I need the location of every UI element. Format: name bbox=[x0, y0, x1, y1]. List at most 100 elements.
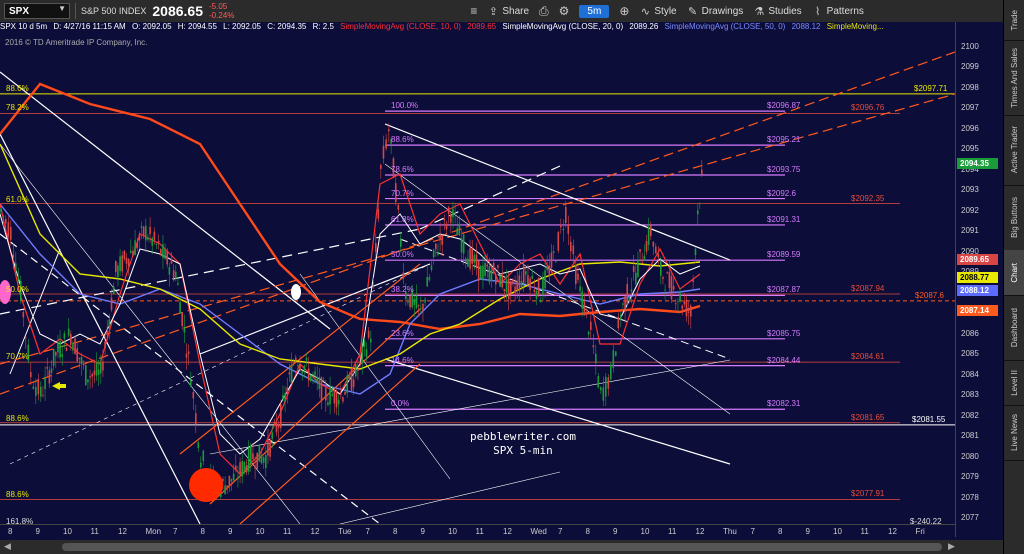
candle-body bbox=[607, 377, 610, 389]
scroll-left-icon[interactable]: ◀ bbox=[4, 541, 11, 552]
time-tick: 7 bbox=[558, 527, 563, 536]
candle-body bbox=[685, 299, 688, 317]
price-tick: 2078 bbox=[961, 492, 979, 502]
trend-line bbox=[199, 263, 431, 355]
candle-body bbox=[624, 296, 626, 312]
studies-button[interactable]: ⚗ Studies bbox=[753, 5, 801, 18]
tab-chart[interactable]: Chart bbox=[1004, 250, 1024, 296]
fib2-level-value: $2096.76 bbox=[851, 103, 885, 113]
candle-body bbox=[681, 305, 684, 310]
price-tag: 2087.14 bbox=[957, 305, 998, 317]
candle-body bbox=[89, 376, 91, 378]
study-sma20[interactable]: SimpleMovingAvg (CLOSE, 20, 0) bbox=[502, 22, 623, 31]
print-icon[interactable]: ⎙ bbox=[539, 4, 549, 19]
candle-body bbox=[177, 282, 179, 285]
tab-live-news[interactable]: Live News bbox=[1004, 405, 1024, 461]
candle-body bbox=[529, 278, 531, 291]
fib-level-value: $2096.87 bbox=[767, 101, 801, 111]
side-tabs: Trade Times And Sales Active Trader Big But… bbox=[1003, 0, 1024, 554]
zoom-icon[interactable]: ⊕ bbox=[619, 4, 629, 18]
candle-body bbox=[15, 263, 17, 272]
price-tick: 2082 bbox=[961, 410, 979, 420]
share-label: Share bbox=[502, 5, 530, 17]
candle-body bbox=[441, 235, 444, 245]
timeframe-button[interactable]: 5m bbox=[579, 4, 610, 18]
patterns-button[interactable]: ⌇ Patterns bbox=[812, 5, 864, 18]
candle-body bbox=[413, 298, 416, 306]
candle-body bbox=[388, 129, 390, 132]
candle-body bbox=[106, 330, 109, 333]
candle-body bbox=[460, 238, 463, 253]
pencil-icon: ✎ bbox=[688, 5, 698, 18]
study-sma10-value: 2089.65 bbox=[467, 22, 497, 31]
candle-body bbox=[484, 262, 486, 276]
candle-body bbox=[40, 386, 42, 397]
candle-body bbox=[322, 380, 325, 382]
study-sma50[interactable]: SimpleMovingAvg (CLOSE, 50, 0) bbox=[665, 22, 786, 31]
menu-icon[interactable]: ≡ bbox=[470, 4, 477, 18]
price-tick: 2097 bbox=[961, 103, 979, 113]
candle-body bbox=[55, 352, 57, 356]
candle-body bbox=[375, 243, 377, 252]
tab-label: Times And Sales bbox=[1010, 47, 1019, 108]
tab-trade[interactable]: Trade bbox=[1004, 0, 1024, 41]
tab-active-trader[interactable]: Active Trader bbox=[1004, 115, 1024, 186]
candle-body bbox=[256, 452, 259, 469]
candle-body bbox=[250, 445, 252, 463]
candle-body bbox=[555, 261, 557, 263]
candle-body bbox=[562, 228, 565, 231]
scroll-right-icon[interactable]: ▶ bbox=[948, 541, 955, 552]
price-axis[interactable]: 2100 2099 2098 2097 2096 2095 2094 2093 2092 2091… bbox=[955, 22, 1004, 537]
candle-body bbox=[469, 248, 471, 269]
scroll-thumb[interactable] bbox=[62, 543, 942, 551]
time-tick: 7 bbox=[173, 527, 178, 536]
candle-body bbox=[652, 241, 655, 247]
watermark-line2: SPX 5-min bbox=[493, 444, 553, 457]
time-tick: 11 bbox=[475, 527, 484, 536]
ohlc-range: R: 2.5 bbox=[312, 22, 334, 31]
candle-body bbox=[550, 252, 553, 268]
time-tick: 7 bbox=[750, 527, 755, 536]
study-sma-more[interactable]: SimpleMoving... bbox=[827, 22, 884, 31]
left-fib-label: 88.6% bbox=[6, 413, 29, 423]
candle-body bbox=[415, 295, 418, 308]
candle-body bbox=[445, 223, 448, 230]
horizontal-scrollbar[interactable]: ◀ ▶ bbox=[0, 540, 1003, 554]
candle-body bbox=[110, 297, 113, 311]
candle-body bbox=[497, 265, 499, 268]
price-tick: 2086 bbox=[961, 328, 979, 338]
candle-body bbox=[462, 234, 465, 254]
studies-label: Studies bbox=[768, 5, 802, 17]
candle-body bbox=[237, 476, 239, 479]
candle-body bbox=[22, 312, 25, 318]
candle-body bbox=[254, 465, 256, 469]
price-tag: 2089.65 bbox=[957, 253, 998, 265]
candle-body bbox=[72, 343, 74, 351]
symbol-selector[interactable]: SPX ▼ bbox=[4, 3, 70, 19]
candle-body bbox=[377, 209, 380, 219]
time-axis[interactable]: 8 9 10 11 12 Mon 7 8 9 10 11 12 Tue 7 8 9 10 11 12 Wed 7 8 9 10… bbox=[0, 524, 955, 539]
candle-body bbox=[35, 387, 37, 397]
time-tick: 12 bbox=[503, 527, 512, 536]
candle-body bbox=[52, 348, 55, 366]
drawings-button[interactable]: ✎ Drawings bbox=[687, 5, 743, 18]
study-sma10[interactable]: SimpleMovingAvg (CLOSE, 10, 0) bbox=[340, 22, 461, 31]
change-absolute: -5.05 bbox=[208, 2, 228, 11]
study-legend: SPX 10 d 5m D: 4/27/16 11:15 AM O: 2092.… bbox=[0, 22, 955, 34]
candle-body bbox=[195, 413, 197, 425]
candle-body bbox=[280, 404, 282, 428]
share-icon: ⇪ bbox=[488, 5, 498, 18]
candle-body bbox=[100, 362, 102, 374]
candle-body bbox=[482, 265, 484, 281]
tab-big-buttons[interactable]: Big Buttons bbox=[1004, 185, 1024, 251]
gear-icon[interactable]: ⚙ bbox=[559, 4, 570, 18]
candle-body bbox=[357, 368, 359, 371]
tab-dashboard[interactable]: Dashboard bbox=[1004, 295, 1024, 361]
candle-body bbox=[488, 266, 491, 283]
candle-body bbox=[694, 248, 697, 256]
tab-level-ii[interactable]: Level II bbox=[1004, 360, 1024, 406]
share-button[interactable]: ⇪ Share bbox=[487, 5, 529, 18]
style-button[interactable]: ∿ Style bbox=[639, 5, 677, 18]
candle-body bbox=[628, 297, 631, 301]
tab-times-and-sales[interactable]: Times And Sales bbox=[1004, 40, 1024, 116]
